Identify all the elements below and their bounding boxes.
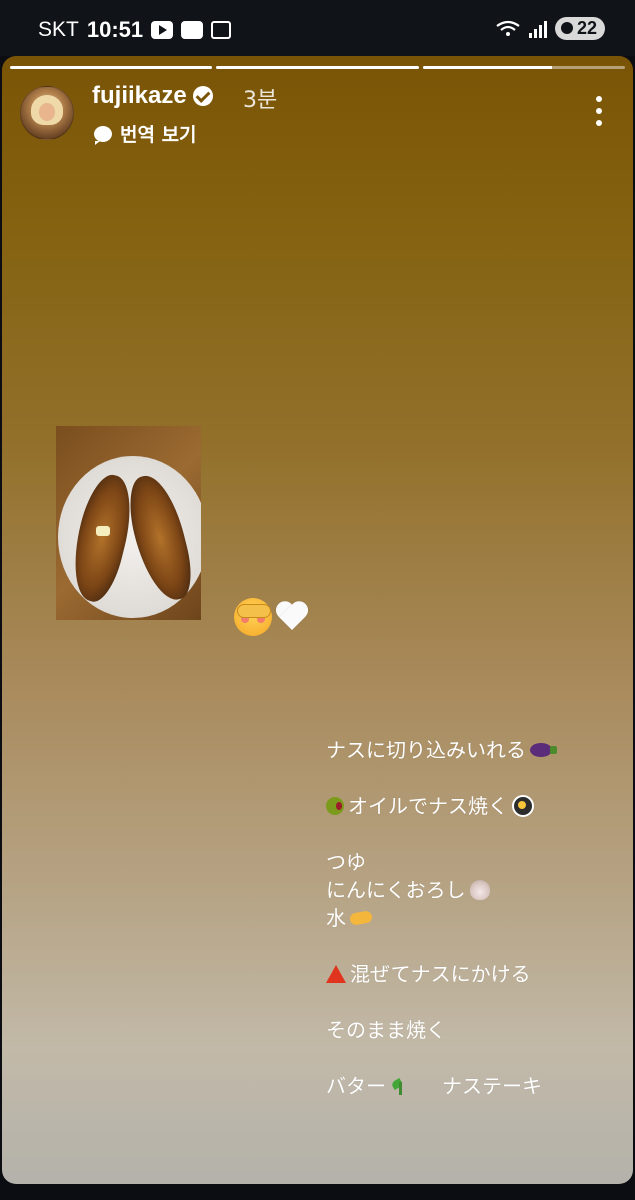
emoji-stickers	[234, 598, 310, 636]
frying-pan-emoji-icon	[512, 795, 534, 817]
recipe-step-3: つゆ	[326, 850, 366, 874]
translate-button[interactable]: 번역 보기	[94, 120, 197, 147]
seedling-emoji-icon	[390, 1076, 410, 1096]
status-time: 10:51	[86, 17, 144, 42]
eggplant-emoji-icon	[530, 743, 557, 757]
recipe-line: にんにくおろし	[326, 876, 626, 904]
screenshot-icon	[211, 21, 232, 39]
recipe-line: ナスに切り込みいれる	[326, 736, 626, 764]
recipe-step-1: ナスに切り込みいれる	[326, 738, 526, 762]
recipe-step-5: 水	[326, 906, 346, 930]
status-bar: SKT 10:51 22	[0, 0, 635, 56]
recipe-line: つゆ	[326, 848, 626, 876]
recipe-text: ナスに切り込みいれる オイルでナス焼く つゆ にんにくおろし 水 混ぜてナスにか…	[326, 736, 626, 1100]
food-photo	[56, 426, 201, 620]
pinching-hand-emoji-icon	[349, 910, 373, 926]
recipe-line: 水	[326, 904, 626, 932]
avatar-face	[39, 103, 55, 121]
progress-fill	[216, 66, 419, 69]
avatar[interactable]	[20, 86, 74, 140]
progress-segment	[216, 66, 419, 69]
garlic-emoji-icon	[469, 880, 490, 900]
speech-bubble-icon	[94, 125, 112, 145]
verified-badge-icon	[192, 86, 213, 106]
recipe-line: 混ぜてナスにかける	[326, 960, 626, 988]
red-triangle-emoji-icon	[326, 965, 346, 983]
recipe-step-6: 混ぜてナスにかける	[350, 962, 531, 986]
recipe-step-7: そのまま焼く	[326, 1018, 446, 1042]
progress-segment	[422, 66, 625, 69]
battery-indicator: 22	[554, 17, 605, 40]
username-link[interactable]: fujiikaze	[92, 82, 213, 110]
more-options-icon[interactable]	[595, 96, 603, 126]
recipe-line: そのまま焼く	[326, 1016, 626, 1044]
youtube-icon	[151, 21, 174, 39]
translate-label: 번역 보기	[120, 124, 197, 146]
recipe-line: バター ナステーキ	[326, 1072, 626, 1100]
app-notification-icon	[181, 21, 204, 39]
recipe-line: オイルでナス焼く	[326, 792, 626, 820]
progress-fill	[422, 66, 553, 69]
recipe-step-4: にんにくおろし	[326, 878, 466, 902]
shy-face-emoji-icon	[234, 598, 272, 636]
progress-segment	[10, 66, 213, 69]
recipe-title: ナステーキ	[442, 1074, 542, 1098]
signal-icon	[528, 20, 547, 38]
story-progress-bar	[10, 66, 625, 69]
navigation-bar	[0, 1184, 635, 1200]
butter-pat	[96, 526, 110, 536]
recipe-step-2: オイルでナス焼く	[348, 794, 508, 818]
olive-emoji-icon	[326, 797, 344, 815]
username-label: fujiikaze	[92, 82, 187, 109]
recipe-step-8: バター	[326, 1074, 386, 1098]
story-viewer[interactable]: fujiikaze 3분 번역 보기 ナスに切り込みいれる オイルでナス焼く つ…	[2, 56, 633, 1184]
progress-fill	[10, 66, 213, 69]
wifi-icon	[496, 20, 520, 36]
carrier-label: SKT	[38, 18, 79, 41]
white-heart-emoji-icon	[274, 598, 310, 634]
post-time: 3분	[243, 88, 278, 113]
